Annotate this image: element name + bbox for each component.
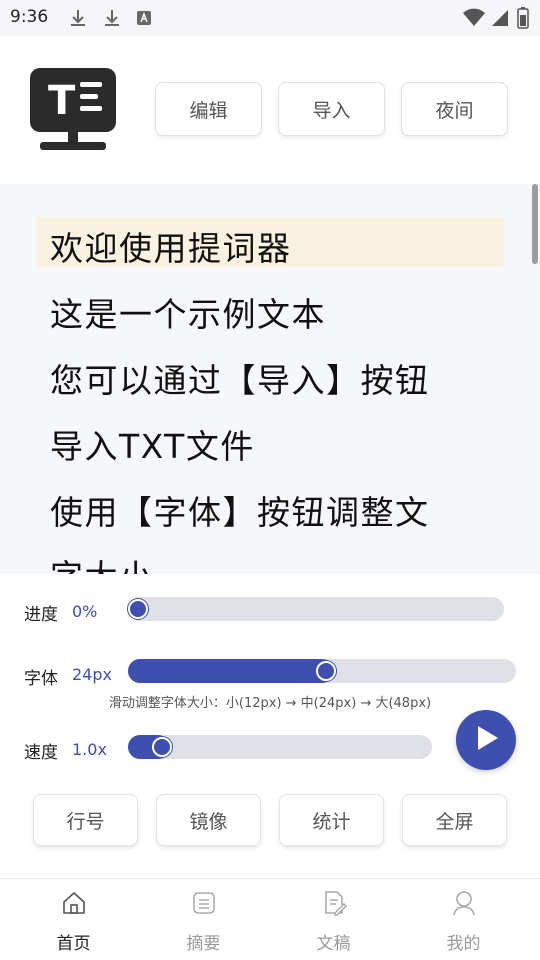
- script-display[interactable]: 欢迎使用提词器 这是一个示例文本 您可以通过【导入】按钮 导入TXT文件 使用【…: [0, 184, 540, 574]
- home-icon: [60, 889, 88, 921]
- script-line: 导入TXT文件: [50, 427, 255, 466]
- import-button[interactable]: 导入: [278, 82, 385, 136]
- status-bar: 9:36: [0, 0, 540, 36]
- svg-text:T: T: [48, 78, 76, 124]
- document-edit-icon: [320, 889, 348, 921]
- font-size-hint: 滑动调整字体大小：小(12px) → 中(24px) → 大(48px): [108, 696, 432, 711]
- font-size-value: 24px: [72, 665, 112, 684]
- nav-label-profile: 我的: [446, 934, 481, 954]
- line-numbers-button[interactable]: 行号: [33, 794, 138, 846]
- script-line: 字大小: [50, 550, 154, 574]
- script-line: 这是一个示例文本: [50, 295, 326, 334]
- fullscreen-button[interactable]: 全屏: [402, 794, 507, 846]
- signal-icon: [490, 8, 510, 32]
- script-scrollbar[interactable]: [532, 184, 538, 264]
- wifi-icon: [462, 8, 486, 32]
- profile-icon: [450, 889, 478, 921]
- nav-label-summary: 摘要: [186, 934, 221, 954]
- font-size-label: 字体: [24, 669, 58, 689]
- script-line: 使用【字体】按钮调整文: [50, 493, 430, 532]
- speed-label: 速度: [24, 743, 58, 763]
- download-icon: [102, 8, 122, 32]
- edit-button[interactable]: 编辑: [155, 82, 262, 136]
- font-size-fill: [128, 659, 334, 683]
- night-mode-button[interactable]: 夜间: [401, 82, 508, 136]
- font-a-icon: [136, 10, 152, 30]
- font-size-slider-thumb[interactable]: [316, 661, 336, 681]
- script-line: 您可以通过【导入】按钮: [50, 361, 430, 400]
- script-line: 欢迎使用提词器: [50, 229, 292, 268]
- progress-label: 进度: [24, 605, 58, 625]
- download-icon: [68, 8, 88, 32]
- nav-item-home[interactable]: 首页: [6, 879, 141, 960]
- stats-button[interactable]: 统计: [279, 794, 384, 846]
- status-time: 9:36: [10, 7, 49, 27]
- speed-slider[interactable]: [128, 735, 432, 759]
- play-button[interactable]: [456, 710, 516, 770]
- nav-label-documents: 文稿: [316, 934, 351, 954]
- mirror-button[interactable]: 镜像: [156, 794, 261, 846]
- playback-controls: 进度 0% 字体 24px 滑动调整字体大小：小(12px) → 中(24px)…: [0, 574, 540, 878]
- progress-slider-thumb[interactable]: [128, 599, 148, 619]
- nav-item-documents[interactable]: 文稿: [266, 879, 401, 960]
- app-header: T 编辑 导入 夜间: [0, 36, 540, 184]
- speed-value: 1.0x: [72, 740, 107, 759]
- progress-slider[interactable]: [128, 597, 504, 621]
- summary-icon: [190, 889, 218, 921]
- teleprompter-logo: T: [28, 68, 118, 156]
- nav-label-home: 首页: [56, 934, 91, 954]
- nav-item-summary[interactable]: 摘要: [136, 879, 271, 960]
- bottom-nav: 首页 摘要 文稿 我的: [0, 878, 540, 960]
- nav-item-profile[interactable]: 我的: [396, 879, 531, 960]
- play-icon: [469, 721, 503, 759]
- battery-icon: [517, 7, 529, 33]
- progress-value: 0%: [72, 602, 98, 621]
